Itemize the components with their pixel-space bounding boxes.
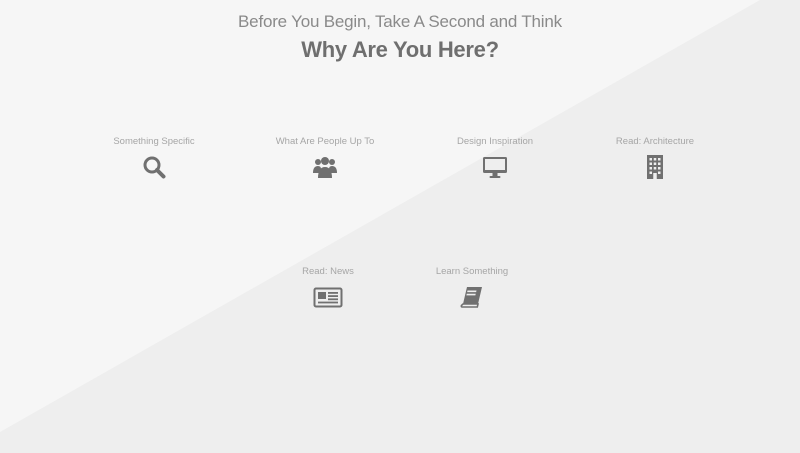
newspaper-icon (313, 284, 343, 310)
page-subtitle: Before You Begin, Take A Second and Thin… (238, 12, 562, 31)
search-icon (141, 154, 167, 180)
building-icon (642, 154, 668, 180)
choice-read-architecture[interactable]: Read: Architecture (580, 136, 730, 180)
diagonal-background (0, 0, 800, 453)
page-title: Why Are You Here? (301, 37, 499, 62)
choice-read-news[interactable]: Read: News (253, 266, 403, 310)
book-icon (459, 284, 485, 310)
choice-label: Learn Something (435, 266, 509, 277)
choice-label: Design Inspiration (456, 136, 534, 147)
choice-label: Something Specific (113, 136, 195, 147)
choice-what-are-people-up-to[interactable]: What Are People Up To (250, 136, 400, 180)
choice-learn-something[interactable]: Learn Something (397, 266, 547, 310)
choice-label: Read: Architecture (615, 136, 695, 147)
desktop-icon (482, 154, 508, 180)
choice-design-inspiration[interactable]: Design Inspiration (420, 136, 570, 180)
choice-label: What Are People Up To (275, 136, 375, 147)
users-icon (312, 154, 338, 180)
choice-something-specific[interactable]: Something Specific (79, 136, 229, 180)
choice-label: Read: News (302, 266, 354, 277)
